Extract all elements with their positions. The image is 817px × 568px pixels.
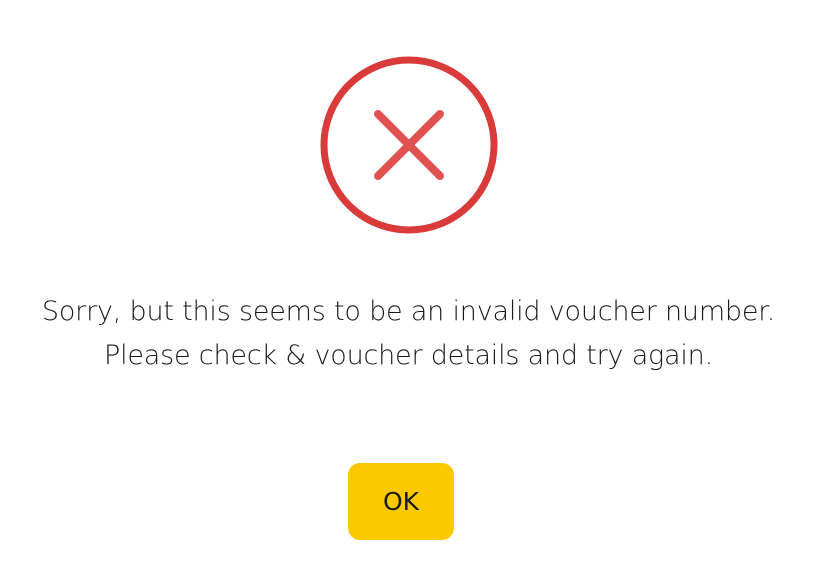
error-x-circle-icon — [320, 56, 498, 234]
error-message: Sorry, but this seems to be an invalid v… — [41, 296, 776, 371]
error-dialog: Sorry, but this seems to be an invalid v… — [0, 0, 817, 568]
ok-button[interactable]: OK — [348, 463, 454, 540]
